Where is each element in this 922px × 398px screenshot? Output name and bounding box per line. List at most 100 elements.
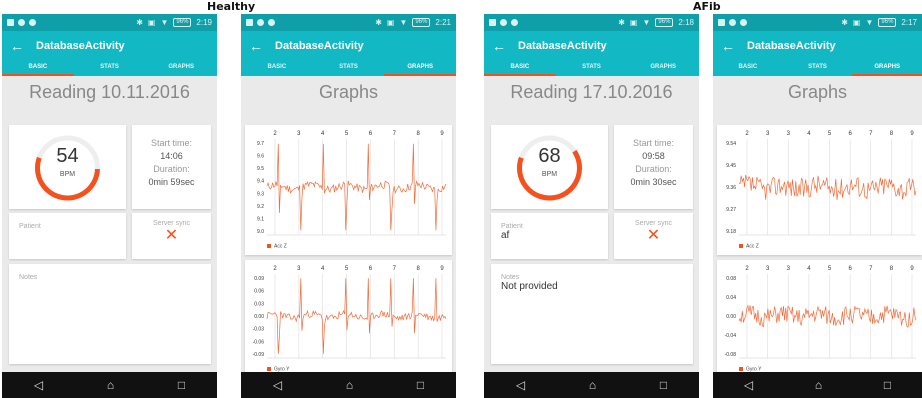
- back-arrow-icon[interactable]: ←: [249, 38, 263, 54]
- patient-card: Patient: [9, 213, 126, 259]
- x-tick-label: 3: [297, 131, 301, 137]
- server-sync-label: Server sync: [153, 220, 190, 227]
- gyro-y-graph: 2 3 4 5 6 7 8 90.090.060.030.00-0.03-0.06-0.09G…: [253, 266, 447, 373]
- notification-icon: [511, 19, 518, 26]
- gyro-y-graph: 2 3 3 4 5 6 7 8 90.080.040.00-0.04-0.08Gyro Y: [725, 266, 917, 373]
- notification-icon: [740, 19, 747, 26]
- tab-stats[interactable]: STATS: [74, 61, 146, 76]
- wifi-icon: ▼: [865, 18, 874, 27]
- patient-card: Patient af: [491, 213, 608, 259]
- x-tick-label: 5: [828, 131, 832, 137]
- x-tick-label: 4: [807, 266, 811, 272]
- legend-label: Acc Z: [746, 244, 759, 250]
- home-circle-icon[interactable]: ⌂: [815, 378, 822, 392]
- cross-icon: ✕: [164, 227, 179, 244]
- sensor-trace: [738, 304, 917, 328]
- tab-graphs[interactable]: GRAPHS: [852, 61, 922, 76]
- patient-value: af: [501, 230, 510, 241]
- patient-label: Patient: [19, 223, 41, 230]
- tab-stats[interactable]: STATS: [783, 61, 853, 76]
- home-circle-icon[interactable]: ⌂: [107, 378, 114, 392]
- status-time: 2:17: [901, 18, 917, 27]
- nfc-icon: ▣: [629, 18, 638, 27]
- tab-graphs[interactable]: GRAPHS: [627, 61, 699, 76]
- bluetooth-icon: ✱: [618, 18, 625, 27]
- y-tick-label: 9.7: [257, 141, 264, 147]
- duration-value: 0min 30sec: [630, 177, 677, 187]
- notification-icon: [7, 19, 14, 26]
- back-triangle-icon[interactable]: ◁: [744, 378, 753, 392]
- recents-square-icon[interactable]: □: [417, 378, 424, 392]
- start-time-label: Start time:: [150, 138, 192, 148]
- app-bar: ← DatabaseActivity: [241, 31, 456, 61]
- app-bar: ← DatabaseActivity: [484, 31, 699, 61]
- status-bar: ✱ ▣ ▼ 96% 2:19: [2, 14, 217, 31]
- legend-swatch: [267, 367, 271, 371]
- y-tick-label: -0.03: [253, 327, 265, 333]
- legend-swatch: [267, 244, 271, 248]
- tab-graphs[interactable]: GRAPHS: [145, 61, 217, 76]
- acc-z-graph: 2 3 4 5 6 7 8 9 9.7 9.6 9.5 9.4 9.3 9.2 9.1 9.0 Acc Z: [257, 131, 447, 250]
- start-time-value: 09:58: [642, 151, 665, 161]
- tab-basic[interactable]: BASIC: [241, 61, 313, 76]
- time-card: Start time: 09:58 Duration: 0min 30sec: [614, 125, 693, 209]
- status-bar: ✱ ▣ ▼ 96% 2:21: [241, 14, 456, 31]
- x-tick-label: 3: [787, 266, 791, 272]
- phone-healthy-graphs: ✱ ▣ ▼ 96% 2:21 ← DatabaseActivity BASIC STATS…: [241, 14, 456, 398]
- nav-bar: ◁ ⌂ □: [713, 372, 922, 398]
- recents-square-icon[interactable]: □: [884, 378, 891, 392]
- x-tick-label: 8: [416, 266, 420, 272]
- tab-stats[interactable]: STATS: [556, 61, 628, 76]
- status-time: 2:21: [435, 18, 451, 27]
- wifi-icon: ▼: [160, 18, 169, 27]
- bluetooth-icon: ✱: [375, 18, 382, 27]
- x-tick-label: 2: [745, 131, 749, 137]
- patient-label: Patient: [501, 223, 523, 230]
- tab-basic[interactable]: BASIC: [713, 61, 783, 76]
- status-bar: ✱ ▣ ▼ 96% 2:18: [484, 14, 699, 31]
- x-tick-label: 9: [440, 266, 444, 272]
- tab-bar: BASIC STATS GRAPHS: [484, 61, 699, 76]
- y-tick-label: 9.54: [726, 141, 736, 147]
- x-tick-label: 2: [745, 266, 749, 272]
- x-tick-label: 7: [393, 131, 397, 137]
- tab-bar: BASIC STATS GRAPHS: [241, 61, 456, 76]
- tab-stats[interactable]: STATS: [313, 61, 385, 76]
- battery-level: 96%: [412, 18, 431, 27]
- y-tick-label: 9.0: [257, 229, 264, 235]
- app-bar: ← DatabaseActivity: [713, 31, 922, 61]
- back-triangle-icon[interactable]: ◁: [34, 378, 43, 392]
- time-card: Start time: 14:06 Duration: 0min 59sec: [132, 125, 211, 209]
- y-tick-label: 9.18: [726, 229, 736, 235]
- x-tick-label: 4: [321, 266, 325, 272]
- tab-graphs[interactable]: GRAPHS: [384, 61, 456, 76]
- start-time-label: Start time:: [632, 138, 674, 148]
- recents-square-icon[interactable]: □: [178, 378, 185, 392]
- back-triangle-icon[interactable]: ◁: [516, 378, 525, 392]
- app-title: DatabaseActivity: [36, 40, 125, 52]
- tab-basic[interactable]: BASIC: [2, 61, 74, 76]
- server-sync-label: Server sync: [635, 220, 672, 227]
- tab-basic[interactable]: BASIC: [484, 61, 556, 76]
- notification-icon: [729, 19, 736, 26]
- legend-label: Acc Z: [274, 244, 287, 250]
- recents-square-icon[interactable]: □: [660, 378, 667, 392]
- notification-icon: [257, 19, 264, 26]
- nav-bar: ◁ ⌂ □: [2, 372, 217, 398]
- afib-label: AFib: [693, 0, 721, 13]
- wifi-icon: ▼: [399, 18, 408, 27]
- y-tick-label: 0.03: [254, 301, 264, 307]
- back-arrow-icon[interactable]: ←: [492, 38, 506, 54]
- back-arrow-icon[interactable]: ←: [10, 38, 24, 54]
- bpm-card: 54 BPM: [9, 125, 126, 209]
- legend-swatch: [739, 244, 743, 248]
- app-bar: ← DatabaseActivity: [2, 31, 217, 61]
- home-circle-icon[interactable]: ⌂: [589, 378, 596, 392]
- back-arrow-icon[interactable]: ←: [721, 38, 735, 54]
- gyro-y-graph-card: 2 3 3 4 5 6 7 8 9 0.08 0.04 0.00 -0.04 -0.08 Gyro Y: [717, 260, 922, 378]
- acc-z-graph: 2 3 3 4 5 6 7 8 9 9.54 9.45 9.36 9.27 9.18 Acc Z: [726, 131, 917, 250]
- y-tick-label: 0.06: [254, 289, 264, 295]
- phone-healthy-basic: ✱ ▣ ▼ 96% 2:19 ← DatabaseActivity BASIC STATS…: [2, 14, 217, 398]
- home-circle-icon[interactable]: ⌂: [346, 378, 353, 392]
- back-triangle-icon[interactable]: ◁: [273, 378, 282, 392]
